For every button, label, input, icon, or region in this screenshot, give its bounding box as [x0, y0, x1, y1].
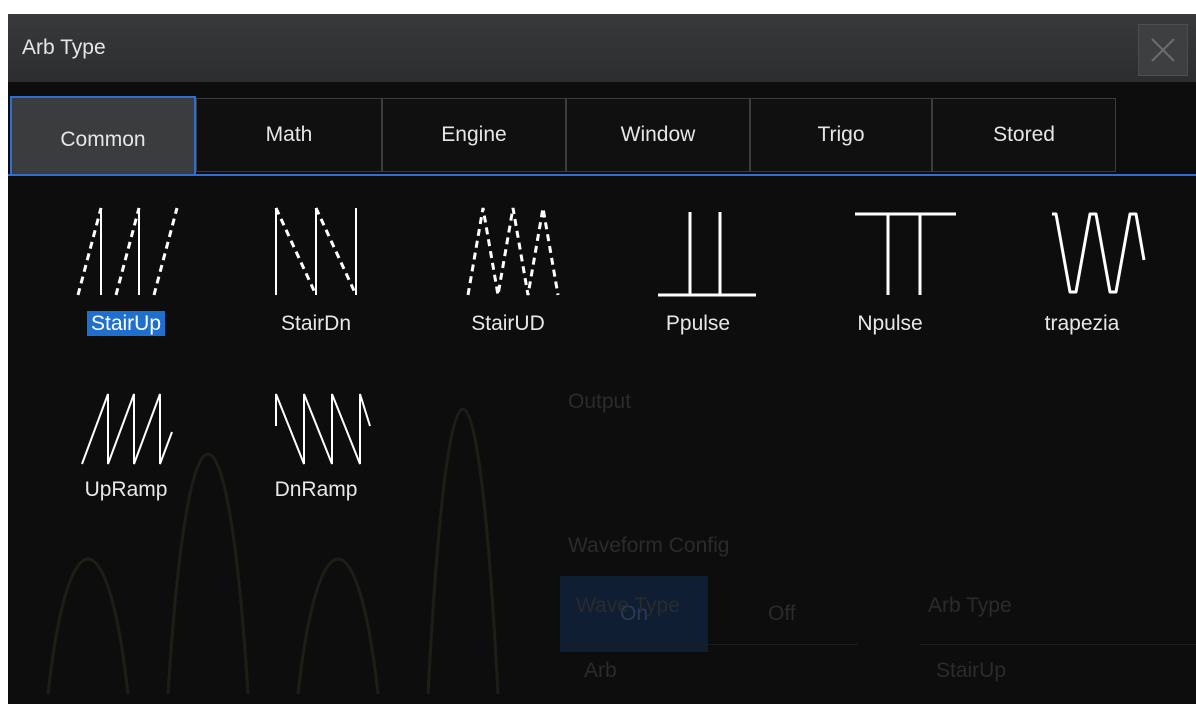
tab-engine[interactable]: Engine	[382, 98, 566, 172]
arb-type-value: StairUp	[936, 659, 1007, 682]
stairup-wave-icon	[76, 207, 179, 296]
stairud-wave-icon	[466, 207, 560, 296]
arb-type-field: StairUp	[920, 644, 1196, 695]
tab-common[interactable]: Common	[10, 96, 196, 174]
arb-type-label: Arb Type	[928, 594, 1012, 617]
waveform-stairud[interactable]: StairUD	[438, 200, 578, 350]
waveform-ppulse[interactable]: Ppulse	[628, 200, 768, 350]
wave-type-field: Arb	[568, 644, 858, 695]
stairdn-wave-icon	[274, 207, 358, 296]
waveform-stairdn-label: StairDn	[280, 312, 352, 335]
waveform-npulse[interactable]: Npulse	[820, 200, 960, 350]
waveform-upramp-label: UpRamp	[84, 478, 168, 501]
tab-bar: Common Math Engine Window Trigo Stored	[8, 96, 1196, 176]
output-label: Output	[568, 390, 632, 413]
tab-math[interactable]: Math	[196, 98, 382, 172]
waveform-stairup-label: StairUp	[86, 311, 166, 336]
waveform-upramp[interactable]: UpRamp	[56, 386, 196, 536]
waveform-config-label: Waveform Config	[568, 534, 730, 557]
waveform-trapezia-label: trapezia	[1044, 312, 1120, 335]
waveform-dnramp[interactable]: DnRamp	[246, 386, 386, 536]
tab-trigo-label: Trigo	[817, 123, 865, 146]
waveform-ppulse-label: Ppulse	[665, 312, 731, 335]
tab-math-label: Math	[265, 123, 313, 146]
wave-type-label: Wave Type	[576, 594, 680, 617]
close-button[interactable]	[1138, 24, 1188, 76]
waveform-stairup[interactable]: StairUp	[56, 200, 196, 350]
tab-common-label: Common	[60, 128, 146, 151]
tab-stored-label: Stored	[993, 123, 1055, 146]
output-off-label: Off	[768, 602, 796, 625]
waveform-dnramp-label: DnRamp	[274, 478, 358, 501]
dialog-title-bar: Arb Type	[8, 14, 1196, 82]
tab-stored[interactable]: Stored	[932, 98, 1116, 172]
tab-trigo[interactable]: Trigo	[750, 98, 932, 172]
waveform-npulse-label: Npulse	[857, 312, 923, 335]
dialog-title: Arb Type	[22, 36, 106, 59]
tab-window[interactable]: Window	[566, 98, 750, 172]
waveform-trapezia[interactable]: trapezia	[1012, 200, 1152, 350]
ppulse-wave-icon	[658, 212, 756, 297]
tab-engine-label: Engine	[441, 123, 507, 146]
tab-window-label: Window	[620, 123, 696, 146]
arb-type-dialog: Arb Type Output On Off Waveform Config W…	[8, 14, 1196, 704]
waveform-stairdn[interactable]: StairDn	[246, 200, 386, 350]
close-icon	[1151, 38, 1175, 62]
npulse-wave-icon	[855, 212, 956, 295]
trapezia-wave-icon	[1052, 212, 1146, 294]
wave-type-value: Arb	[584, 659, 617, 682]
waveform-stairud-label: StairUD	[471, 312, 545, 335]
